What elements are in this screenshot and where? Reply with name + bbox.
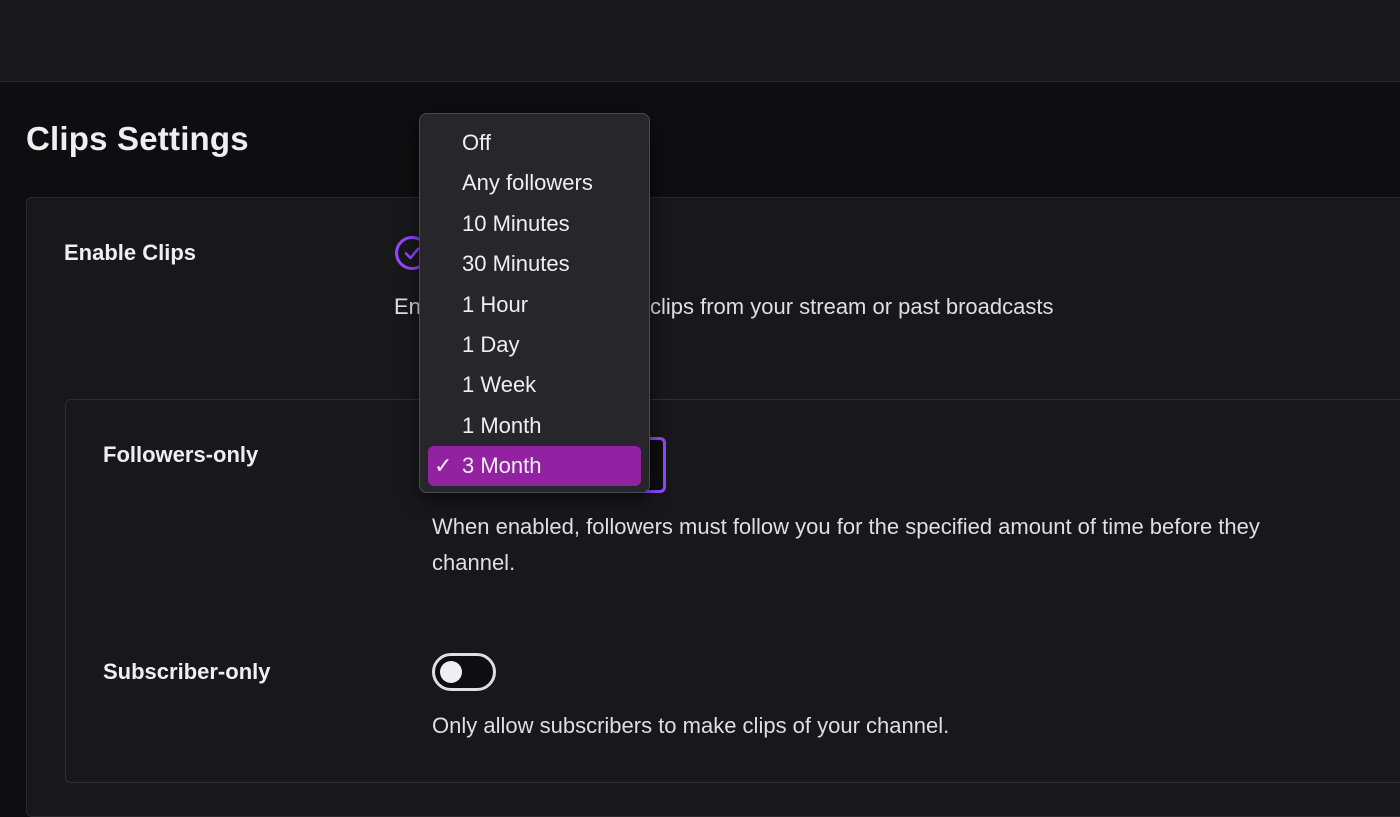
subscriber-only-description: Only allow subscribers to make clips of …	[432, 713, 950, 738]
dropdown-option-10-minutes[interactable]: 10 Minutes	[420, 204, 649, 244]
dropdown-option-1-month[interactable]: 1 Month	[420, 406, 649, 446]
page-title: Clips Settings	[26, 120, 249, 157]
dropdown-option-1-day[interactable]: 1 Day	[420, 325, 649, 365]
dropdown-option-30-minutes[interactable]: 30 Minutes	[420, 244, 649, 284]
dropdown-option-3-month[interactable]: ✓ 3 Month	[428, 446, 641, 487]
dropdown-option-any-followers[interactable]: Any followers	[420, 163, 649, 203]
toggle-knob	[440, 661, 462, 683]
followers-only-label: Followers-only	[103, 442, 259, 467]
subscriber-only-toggle[interactable]	[432, 653, 496, 691]
dropdown-option-1-week[interactable]: 1 Week	[420, 365, 649, 405]
dropdown-option-1-hour[interactable]: 1 Hour	[420, 285, 649, 325]
followers-duration-dropdown: Off Any followers 10 Minutes 30 Minutes …	[419, 113, 650, 493]
enable-clips-description-end: clips from your stream or past broadcast…	[650, 294, 1054, 319]
dropdown-option-off[interactable]: Off	[420, 123, 649, 163]
checkmark-icon: ✓	[434, 453, 453, 479]
subscriber-only-label: Subscriber-only	[103, 659, 271, 684]
followers-only-description-line2: channel.	[432, 550, 516, 575]
followers-only-description: When enabled, followers must follow you …	[432, 514, 1260, 539]
dropdown-option-label: 3 Month	[462, 453, 542, 479]
enable-clips-label: Enable Clips	[64, 240, 197, 265]
top-bar	[0, 0, 1400, 82]
enable-clips-description-start: En	[394, 294, 421, 319]
